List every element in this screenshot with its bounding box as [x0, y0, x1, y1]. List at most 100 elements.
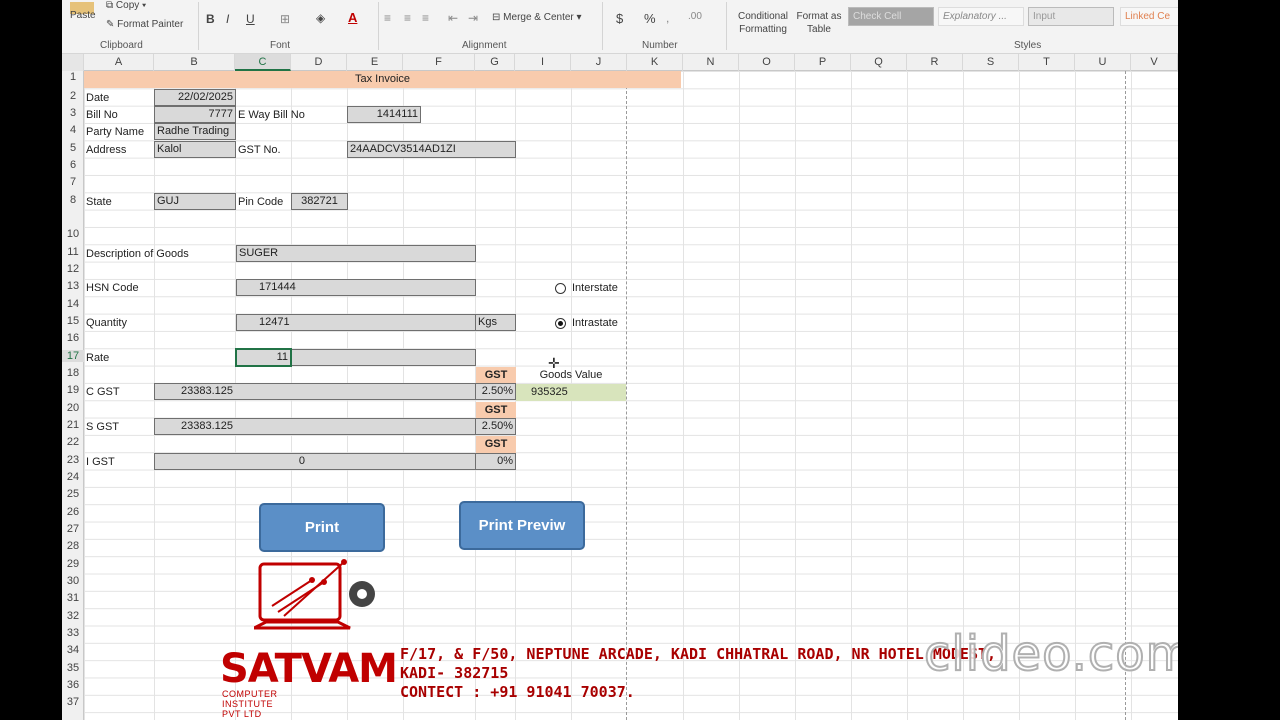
row-header[interactable]: 4 [62, 124, 84, 136]
column-header[interactable]: R [907, 54, 963, 71]
decrease-indent-icon[interactable]: ⇤ [448, 11, 458, 25]
bold-button[interactable]: B [206, 12, 215, 26]
row-header[interactable]: 7 [62, 176, 84, 188]
quantity-unit[interactable]: Kgs [475, 314, 516, 331]
italic-button[interactable]: I [226, 12, 229, 26]
row-header[interactable]: 12 [62, 263, 84, 275]
borders-icon[interactable]: ⊞ [280, 12, 290, 26]
column-header[interactable]: V [1131, 54, 1178, 71]
paste-button[interactable]: Paste [70, 10, 96, 21]
column-header[interactable]: P [795, 54, 851, 71]
style-linked-cell[interactable]: Linked Ce [1120, 7, 1178, 26]
intrastate-radio[interactable] [555, 318, 566, 329]
igst-value-field[interactable]: 0 [154, 453, 476, 470]
eway-bill-field[interactable]: 1414111 [347, 106, 421, 123]
increase-indent-icon[interactable]: ⇥ [468, 11, 478, 25]
worksheet-grid[interactable]: Tax Invoice Date 22/02/2025 Bill No 7777… [84, 71, 1178, 720]
row-header[interactable]: 32 [62, 610, 84, 622]
column-header[interactable]: E [347, 54, 403, 71]
pin-code-field[interactable]: 382721 [291, 193, 348, 210]
column-header[interactable]: D [291, 54, 347, 71]
column-header[interactable]: J [571, 54, 627, 71]
print-button[interactable]: Print [259, 503, 385, 552]
row-header[interactable]: 34 [62, 644, 84, 656]
row-header[interactable]: 37 [62, 696, 84, 708]
quantity-field[interactable]: 12471 [236, 314, 476, 331]
invoice-title[interactable]: Tax Invoice [84, 71, 681, 88]
row-header[interactable]: 27 [62, 523, 84, 535]
row-header[interactable]: 21 [62, 419, 84, 431]
row-header[interactable]: 15 [62, 315, 84, 327]
cgst-rate-field[interactable]: 2.50% [475, 383, 516, 400]
row-header[interactable]: 13 [62, 280, 84, 292]
column-header[interactable]: A [84, 54, 154, 71]
bill-no-field[interactable]: 7777 [154, 106, 236, 123]
column-header[interactable]: S [963, 54, 1019, 71]
conditional-formatting-button[interactable]: Conditional Formatting [734, 10, 792, 36]
row-header[interactable]: 14 [62, 298, 84, 310]
column-header[interactable]: C [235, 54, 291, 71]
sgst-value-field[interactable]: 23383.125 [154, 418, 476, 435]
row-header[interactable]: 28 [62, 540, 84, 552]
row-header[interactable]: 10 [62, 228, 84, 240]
row-header[interactable]: 6 [62, 159, 84, 171]
comma-style-icon[interactable]: , [666, 11, 669, 25]
gst-no-field[interactable]: 24AADCV3514AD1ZI [347, 141, 516, 158]
address-field[interactable]: Kalol [154, 141, 236, 158]
decimal-icon[interactable]: .00 [688, 11, 702, 22]
underline-button[interactable]: U [246, 12, 255, 26]
fill-color-icon[interactable]: ◈ [316, 11, 325, 25]
row-header[interactable]: 16 [62, 332, 84, 344]
column-header[interactable]: O [739, 54, 795, 71]
column-header[interactable]: K [627, 54, 683, 71]
column-header[interactable]: I [515, 54, 571, 71]
format-painter-button[interactable]: ✎ Format Painter [106, 19, 183, 30]
row-header[interactable]: 5 [62, 142, 84, 154]
row-header[interactable]: 33 [62, 627, 84, 639]
row-header[interactable]: 19 [62, 384, 84, 396]
party-name-field[interactable]: Radhe Trading [154, 123, 236, 140]
row-header[interactable]: 20 [62, 402, 84, 414]
style-explanatory[interactable]: Explanatory ... [938, 7, 1024, 26]
format-as-table-button[interactable]: Format as Table [794, 10, 844, 36]
hsn-code-field[interactable]: 171444 [236, 279, 476, 296]
column-header[interactable]: F [403, 54, 475, 71]
row-header[interactable]: 31 [62, 592, 84, 604]
copy-button[interactable]: ⧉ Copy ▾ [106, 0, 146, 11]
date-field[interactable]: 22/02/2025 [154, 89, 236, 106]
align-center-icon[interactable]: ≡ [404, 11, 411, 25]
currency-button[interactable]: $ [616, 11, 623, 26]
rate-field[interactable]: 11 [235, 348, 292, 367]
row-header[interactable]: 30 [62, 575, 84, 587]
row-header[interactable]: 2 [62, 90, 84, 102]
row-header[interactable]: 22 [62, 436, 84, 448]
font-color-icon[interactable]: A [348, 10, 357, 25]
igst-rate-field[interactable]: 0% [475, 453, 516, 470]
row-header[interactable]: 29 [62, 558, 84, 570]
row-header[interactable]: 8 [62, 194, 84, 206]
row-header[interactable]: 3 [62, 107, 84, 119]
percent-button[interactable]: % [644, 11, 656, 26]
column-header[interactable]: Q [851, 54, 907, 71]
print-preview-button[interactable]: Print Previw [459, 501, 585, 550]
state-field[interactable]: GUJ [154, 193, 236, 210]
row-header[interactable]: 24 [62, 471, 84, 483]
style-input[interactable]: Input [1028, 7, 1114, 26]
interstate-radio[interactable] [555, 283, 566, 294]
row-header[interactable]: 18 [62, 367, 84, 379]
column-header[interactable]: N [683, 54, 739, 71]
column-header[interactable]: B [154, 54, 235, 71]
row-header[interactable]: 17 [62, 350, 84, 362]
row-header[interactable]: 35 [62, 662, 84, 674]
row-header[interactable]: 36 [62, 679, 84, 691]
goods-value-field[interactable]: 935325 [516, 384, 626, 401]
description-field[interactable]: SUGER [236, 245, 476, 262]
sgst-rate-field[interactable]: 2.50% [475, 418, 516, 435]
column-header[interactable]: G [475, 54, 515, 71]
merge-center-button[interactable]: ⊟ Merge & Center ▾ [492, 12, 582, 23]
row-header[interactable]: 11 [62, 246, 84, 258]
row-header[interactable]: 1 [62, 71, 84, 83]
align-left-icon[interactable]: ≡ [384, 11, 391, 25]
row-header[interactable]: 26 [62, 506, 84, 518]
row-header[interactable]: 25 [62, 488, 84, 500]
